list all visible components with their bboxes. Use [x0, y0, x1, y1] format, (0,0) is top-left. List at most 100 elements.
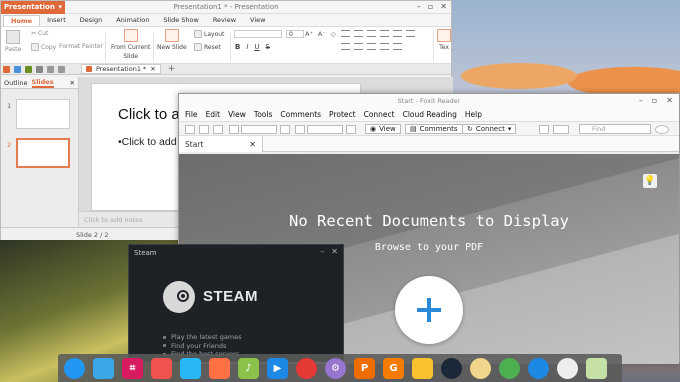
close-icon[interactable]: ✕: [331, 247, 338, 256]
format-painter-button[interactable]: Format Painter: [59, 43, 103, 50]
menu-tools[interactable]: Tools: [254, 110, 272, 119]
account-icon[interactable]: [655, 125, 669, 134]
minimize-icon[interactable]: –: [320, 247, 324, 256]
screen-recorder-icon[interactable]: [151, 357, 172, 379]
save-icon[interactable]: [14, 65, 21, 73]
redo-icon[interactable]: [58, 65, 65, 73]
align-right-icon[interactable]: [367, 43, 376, 50]
align-left-icon[interactable]: [341, 43, 350, 50]
tab-animation[interactable]: Animation: [109, 15, 156, 26]
tab-slides[interactable]: Slides: [31, 78, 54, 88]
bullets-icon[interactable]: [341, 30, 350, 37]
underline-button[interactable]: U: [254, 43, 259, 51]
close-icon[interactable]: ✕: [249, 140, 256, 149]
strikethrough-button[interactable]: S: [266, 43, 270, 51]
lightbulb-icon[interactable]: 💡: [643, 174, 657, 188]
text-box-button[interactable]: Tex: [437, 29, 451, 51]
screenshot-icon[interactable]: ⌗: [122, 357, 143, 379]
app-yellow-icon[interactable]: [470, 357, 491, 379]
tab-slide-show[interactable]: Slide Show: [156, 15, 205, 26]
layout-button[interactable]: Layout: [194, 30, 224, 38]
new-tab-icon[interactable]: +: [168, 64, 176, 74]
comments-button[interactable]: ▤ Comments: [405, 124, 463, 134]
text-editor-icon[interactable]: [412, 357, 433, 379]
document-tab[interactable]: Presentation1 * ✕: [81, 64, 161, 74]
trash-icon[interactable]: [586, 357, 607, 379]
wifi-icon[interactable]: [528, 357, 549, 379]
justify-icon[interactable]: [380, 43, 389, 50]
indent-icon[interactable]: [367, 30, 376, 37]
page-number-field[interactable]: [307, 125, 343, 134]
settings-icon[interactable]: ⚙: [325, 357, 346, 379]
shrink-font-icon[interactable]: A⁻: [318, 30, 326, 38]
tab-outline[interactable]: Outline: [4, 79, 28, 87]
prev-page-icon[interactable]: [295, 125, 305, 134]
close-icon[interactable]: ✕: [150, 65, 155, 73]
grow-font-icon[interactable]: A⁺: [305, 30, 313, 38]
italic-button[interactable]: I: [246, 43, 248, 51]
minimize-icon[interactable]: –: [417, 2, 421, 11]
slide-thumbnail-2[interactable]: [16, 138, 70, 168]
menu-edit[interactable]: Edit: [206, 110, 221, 119]
maximize-icon[interactable]: ▫: [428, 2, 433, 11]
tab-insert[interactable]: Insert: [40, 15, 73, 26]
music-icon[interactable]: ♪: [238, 357, 259, 379]
tab-start[interactable]: Start ✕: [179, 136, 263, 152]
chrome-icon[interactable]: [296, 357, 317, 379]
folder-icon[interactable]: [3, 65, 10, 73]
app-menu-button[interactable]: Presentation ▾: [1, 0, 65, 14]
maximize-icon[interactable]: ▫: [652, 96, 657, 105]
reset-button[interactable]: Reset: [194, 43, 221, 51]
print-icon[interactable]: [25, 65, 32, 73]
line-spacing-icon[interactable]: [393, 30, 402, 37]
close-icon[interactable]: ✕: [440, 2, 447, 11]
slide-thumbnail-1[interactable]: [16, 99, 70, 129]
slide-body-placeholder[interactable]: •Click to add: [118, 136, 177, 148]
zoom-in-icon[interactable]: [280, 125, 290, 134]
menu-view[interactable]: View: [228, 110, 246, 119]
tab-view[interactable]: View: [243, 15, 272, 26]
distribute-icon[interactable]: [393, 43, 402, 50]
copy-button[interactable]: Copy: [31, 43, 56, 51]
open-icon[interactable]: [185, 125, 195, 134]
new-slide-button[interactable]: New Slide: [157, 29, 187, 51]
tab-review[interactable]: Review: [206, 15, 243, 26]
update-icon[interactable]: [499, 357, 520, 379]
menu-cloud-reading[interactable]: Cloud Reading: [403, 110, 457, 119]
tab-home[interactable]: Home: [3, 15, 41, 26]
paste-button[interactable]: Paste: [5, 30, 21, 53]
launcher-icon[interactable]: [64, 357, 85, 379]
view-button[interactable]: ◉ View: [365, 124, 401, 134]
steam-icon[interactable]: [441, 357, 462, 379]
slide-title-placeholder[interactable]: Click to a: [118, 106, 180, 123]
menu-connect[interactable]: Connect: [364, 110, 395, 119]
print-icon[interactable]: [199, 125, 209, 134]
calendar-icon[interactable]: [209, 357, 230, 379]
tab-design[interactable]: Design: [73, 15, 109, 26]
close-icon[interactable]: ✕: [70, 79, 75, 87]
from-current-slide-button[interactable]: From Current Slide: [111, 29, 150, 60]
disk-icon[interactable]: [557, 357, 578, 379]
sort-icon[interactable]: [406, 30, 415, 37]
find-field[interactable]: Find: [579, 124, 651, 134]
cut-button[interactable]: ✂ Cut: [31, 30, 48, 37]
font-name-field[interactable]: [234, 30, 282, 38]
zoom-out-icon[interactable]: [229, 125, 239, 134]
font-size-field[interactable]: 0: [286, 30, 304, 38]
open-file-button[interactable]: [395, 276, 463, 344]
wps-presentation-icon[interactable]: P: [354, 357, 375, 379]
connect-button[interactable]: ↻ Connect ▾: [462, 124, 517, 134]
menu-file[interactable]: File: [185, 110, 198, 119]
preview-icon[interactable]: [36, 65, 43, 73]
menu-protect[interactable]: Protect: [329, 110, 356, 119]
outdent-icon[interactable]: [380, 30, 389, 37]
file-manager-icon[interactable]: [93, 357, 114, 379]
save-icon[interactable]: [213, 125, 223, 134]
minimize-icon[interactable]: –: [639, 96, 643, 105]
video-icon[interactable]: ▶: [267, 357, 288, 379]
clear-format-icon[interactable]: ◇: [331, 30, 336, 38]
numbering-icon[interactable]: [354, 30, 363, 37]
undo-icon[interactable]: [47, 65, 54, 73]
next-page-icon[interactable]: [346, 125, 356, 134]
align-center-icon[interactable]: [354, 43, 363, 50]
